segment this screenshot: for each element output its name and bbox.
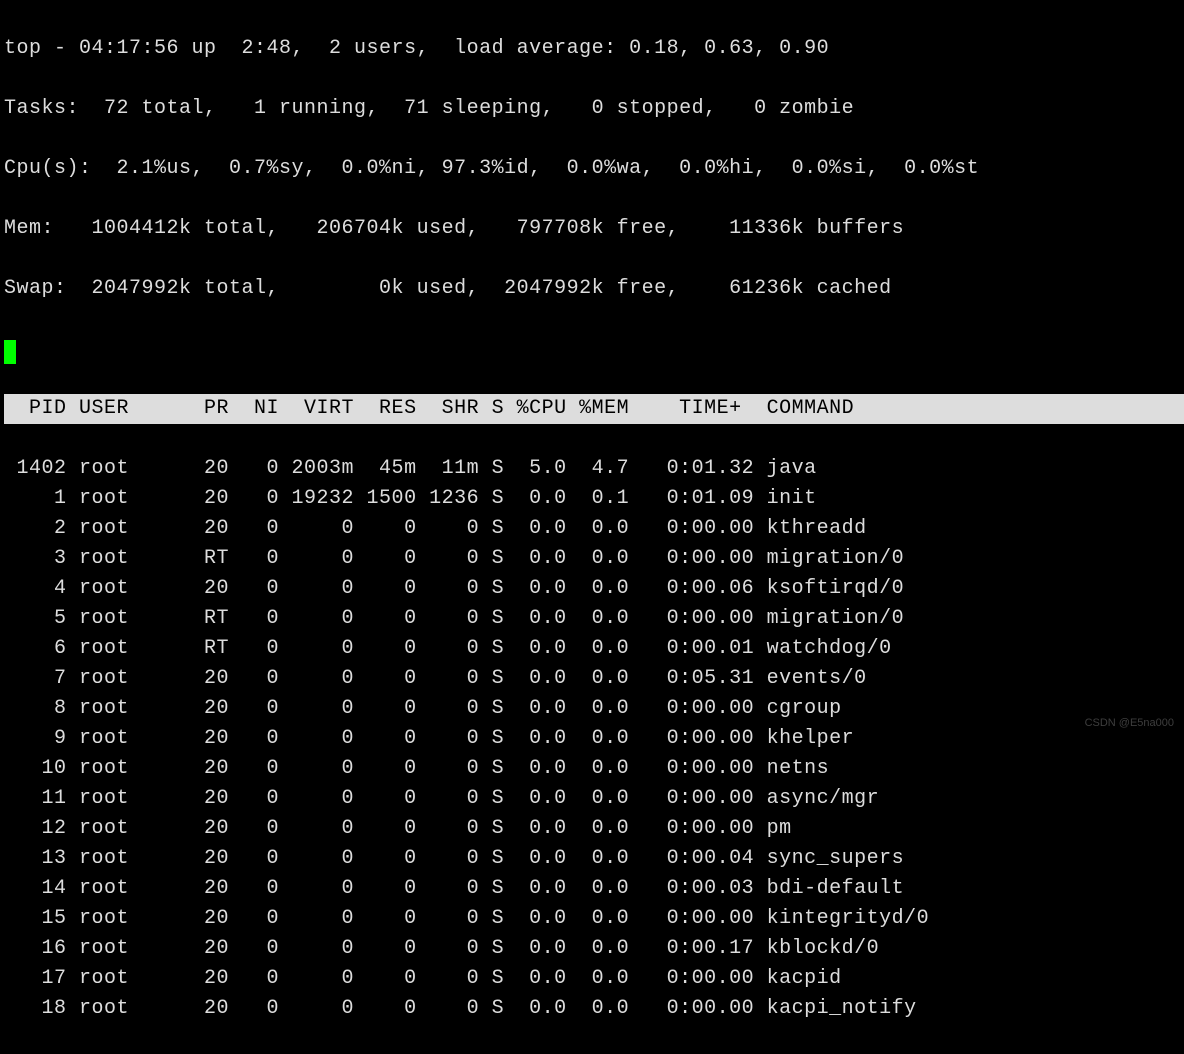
process-row: 10 root 20 0 0 0 0 S 0.0 0.0 0:00.00 net… — [4, 754, 1184, 784]
process-row: 6 root RT 0 0 0 0 S 0.0 0.0 0:00.01 watc… — [4, 634, 1184, 664]
process-row: 18 root 20 0 0 0 0 S 0.0 0.0 0:00.00 kac… — [4, 994, 1184, 1024]
process-row: 9 root 20 0 0 0 0 S 0.0 0.0 0:00.00 khel… — [4, 724, 1184, 754]
summary-line-uptime: top - 04:17:56 up 2:48, 2 users, load av… — [4, 34, 1184, 64]
process-row: 16 root 20 0 0 0 0 S 0.0 0.0 0:00.17 kbl… — [4, 934, 1184, 964]
summary-line-swap: Swap: 2047992k total, 0k used, 2047992k … — [4, 274, 1184, 304]
summary-line-tasks: Tasks: 72 total, 1 running, 71 sleeping,… — [4, 94, 1184, 124]
process-row: 8 root 20 0 0 0 0 S 0.0 0.0 0:00.00 cgro… — [4, 694, 1184, 724]
cursor-icon — [4, 340, 16, 364]
terminal-output[interactable]: top - 04:17:56 up 2:48, 2 users, load av… — [0, 0, 1184, 1054]
summary-line-cpu: Cpu(s): 2.1%us, 0.7%sy, 0.0%ni, 97.3%id,… — [4, 154, 1184, 184]
process-row: 7 root 20 0 0 0 0 S 0.0 0.0 0:05.31 even… — [4, 664, 1184, 694]
process-row: 5 root RT 0 0 0 0 S 0.0 0.0 0:00.00 migr… — [4, 604, 1184, 634]
process-table-header: PID USER PR NI VIRT RES SHR S %CPU %MEM … — [4, 394, 1184, 424]
process-row: 13 root 20 0 0 0 0 S 0.0 0.0 0:00.04 syn… — [4, 844, 1184, 874]
process-row: 12 root 20 0 0 0 0 S 0.0 0.0 0:00.00 pm — [4, 814, 1184, 844]
process-row: 1 root 20 0 19232 1500 1236 S 0.0 0.1 0:… — [4, 484, 1184, 514]
process-row: 4 root 20 0 0 0 0 S 0.0 0.0 0:00.06 ksof… — [4, 574, 1184, 604]
cursor-line — [4, 334, 1184, 364]
process-row: 15 root 20 0 0 0 0 S 0.0 0.0 0:00.00 kin… — [4, 904, 1184, 934]
process-row: 2 root 20 0 0 0 0 S 0.0 0.0 0:00.00 kthr… — [4, 514, 1184, 544]
process-row: 3 root RT 0 0 0 0 S 0.0 0.0 0:00.00 migr… — [4, 544, 1184, 574]
process-row: 17 root 20 0 0 0 0 S 0.0 0.0 0:00.00 kac… — [4, 964, 1184, 994]
watermark: CSDN @E5na000 — [1085, 715, 1174, 732]
process-row: 14 root 20 0 0 0 0 S 0.0 0.0 0:00.03 bdi… — [4, 874, 1184, 904]
summary-line-mem: Mem: 1004412k total, 206704k used, 79770… — [4, 214, 1184, 244]
process-row: 11 root 20 0 0 0 0 S 0.0 0.0 0:00.00 asy… — [4, 784, 1184, 814]
process-row: 1402 root 20 0 2003m 45m 11m S 5.0 4.7 0… — [4, 454, 1184, 484]
process-list: 1402 root 20 0 2003m 45m 11m S 5.0 4.7 0… — [4, 454, 1184, 1024]
